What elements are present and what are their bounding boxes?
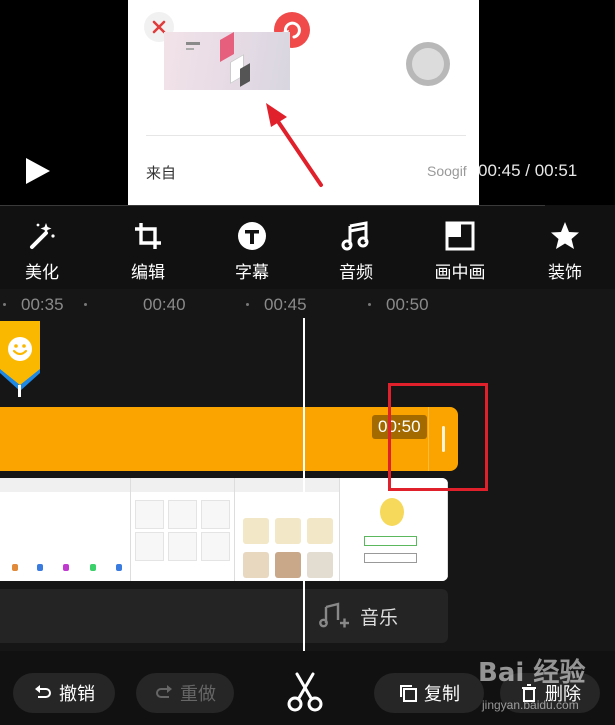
watermark-logo: Bai 经验 xyxy=(478,658,586,688)
source-label: Soogif xyxy=(427,163,467,179)
add-music-icon xyxy=(319,602,349,628)
clip-frame xyxy=(0,478,131,581)
gif-thumbnail[interactable] xyxy=(164,32,290,90)
red-arrow-annotation xyxy=(266,103,323,187)
tick-dot xyxy=(3,303,6,306)
crop-icon xyxy=(135,223,161,249)
video-preview: 00:45 / 00:51 来自 Soogif xyxy=(0,0,615,205)
tool-label: 字幕 xyxy=(235,263,269,283)
music-note-icon xyxy=(341,221,369,251)
loading-spinner-icon xyxy=(406,42,450,86)
undo-button[interactable]: 撤销 xyxy=(13,673,115,713)
from-label: 来自 xyxy=(146,164,177,182)
copy-icon xyxy=(400,685,417,702)
add-music-button[interactable]: 音乐 xyxy=(318,602,398,630)
music-lane[interactable]: 音乐 xyxy=(0,589,448,643)
tick-label: 00:45 xyxy=(264,295,307,314)
timeline[interactable]: 00:35 00:40 00:45 00:50 00:50 音乐 xyxy=(0,289,615,651)
tick-dot xyxy=(84,303,87,306)
video-clip-strip[interactable] xyxy=(0,478,448,581)
tool-label: 画中画 xyxy=(434,263,486,283)
clip-frame xyxy=(340,478,448,581)
tool-label: 装饰 xyxy=(548,263,582,283)
tick-dot xyxy=(368,303,371,306)
baidu-watermark: Bai 经验 jingyan.baidu.com xyxy=(478,652,610,724)
tool-decorate[interactable]: 装饰 xyxy=(520,218,610,284)
scissors-icon[interactable] xyxy=(283,670,327,714)
tool-picture-in-picture[interactable]: 画中画 xyxy=(415,218,505,284)
watermark-url: jingyan.baidu.com xyxy=(482,698,579,712)
redo-label: 重做 xyxy=(180,684,216,705)
red-highlight-annotation xyxy=(388,383,488,491)
picture-in-picture-icon xyxy=(445,221,475,251)
play-icon[interactable] xyxy=(22,156,52,186)
clip-frame xyxy=(131,478,235,581)
copy-label: 复制 xyxy=(424,684,460,705)
playhead[interactable] xyxy=(303,318,305,651)
tick-label: 00:40 xyxy=(143,295,186,314)
tool-edit[interactable]: 编辑 xyxy=(103,218,193,284)
undo-icon xyxy=(35,685,51,698)
music-label: 音乐 xyxy=(360,606,399,629)
redo-button[interactable]: 重做 xyxy=(136,673,234,713)
tool-label: 音频 xyxy=(339,263,373,283)
tool-subtitle[interactable]: 字幕 xyxy=(207,218,297,284)
smiley-sticker-icon[interactable] xyxy=(0,319,46,399)
tick-dot xyxy=(246,303,249,306)
tool-label: 编辑 xyxy=(131,263,165,283)
divider xyxy=(0,205,545,206)
time-readout: 00:45 / 00:51 xyxy=(478,161,578,180)
text-icon xyxy=(238,222,266,250)
magic-wand-icon xyxy=(30,223,55,249)
clip-frame xyxy=(235,478,340,581)
tick-label: 00:35 xyxy=(21,295,64,314)
edit-toolbar: 美化 编辑 字幕 音频 画中画 装饰 xyxy=(0,218,615,284)
tool-label: 美化 xyxy=(25,263,59,283)
star-icon xyxy=(551,222,579,249)
tool-audio[interactable]: 音频 xyxy=(311,218,401,284)
copy-button[interactable]: 复制 xyxy=(374,673,484,713)
undo-label: 撤销 xyxy=(59,684,95,705)
redo-icon xyxy=(156,685,172,698)
time-ruler: 00:35 00:40 00:45 00:50 xyxy=(0,289,615,321)
tool-beautify[interactable]: 美化 xyxy=(0,218,87,284)
tick-label: 00:50 xyxy=(386,295,429,314)
